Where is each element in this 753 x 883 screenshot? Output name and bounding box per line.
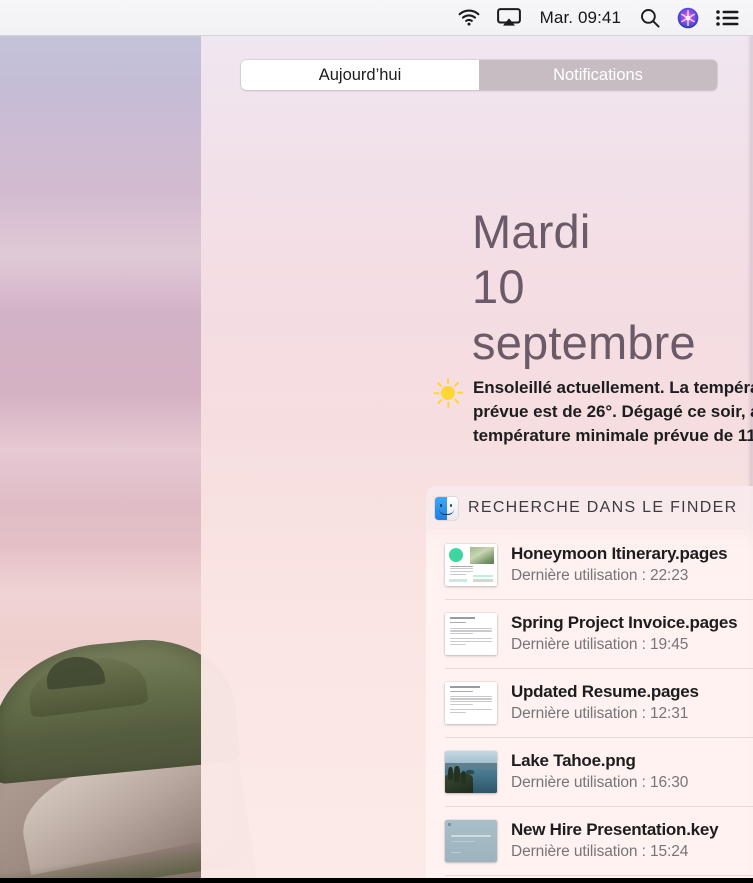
- weather-widget[interactable]: Ensoleillé actuellement. La température …: [433, 376, 753, 448]
- list-item[interactable]: New Hire Presentation.key Dernière utili…: [426, 806, 753, 875]
- file-thumbnail-pages-invoice: [445, 612, 497, 655]
- wifi-icon[interactable]: [458, 9, 480, 26]
- list-item[interactable]: Updated Resume.pages Dernière utilisatio…: [426, 668, 753, 737]
- finder-widget-title: RECHERCHE DANS LE FINDER: [468, 499, 738, 516]
- list-item[interactable]: Spring Project Invoice.pages Dernière ut…: [426, 599, 753, 668]
- date-weekday: Mardi: [472, 205, 591, 258]
- file-thumbnail-pages-honeymoon: [445, 543, 497, 586]
- notification-center-tabs: Aujourd’hui Notifications: [241, 60, 717, 90]
- file-last-used: Dernière utilisation : 19:45: [511, 636, 689, 653]
- date-full: 10 septembre: [472, 260, 696, 369]
- screen-bottom-edge: [0, 878, 753, 883]
- file-last-used: Dernière utilisation : 16:30: [511, 774, 689, 791]
- tab-notifications[interactable]: Notifications: [479, 60, 717, 90]
- siri-icon[interactable]: [677, 7, 699, 29]
- file-name: Updated Resume.pages: [511, 682, 699, 701]
- file-name: Spring Project Invoice.pages: [511, 613, 738, 632]
- airplay-icon[interactable]: [496, 8, 521, 27]
- list-item[interactable]: Lake Tahoe.png Dernière utilisation : 16…: [426, 737, 753, 806]
- file-last-used: Dernière utilisation : 15:24: [511, 843, 689, 860]
- finder-widget-header[interactable]: RECHERCHE DANS LE FINDER: [426, 486, 753, 530]
- finder-search-widget: RECHERCHE DANS LE FINDER Honeymoon Itine…: [426, 486, 753, 883]
- screen: Mar. 09:41 Aujourd’hui Notifications Mar…: [0, 0, 753, 883]
- menu-bar-clock[interactable]: Mar. 09:41: [538, 8, 623, 28]
- weather-summary-text: Ensoleillé actuellement. La température …: [473, 378, 753, 446]
- sun-icon: [433, 378, 464, 408]
- list-item[interactable]: Honeymoon Itinerary.pages Dernière utili…: [426, 530, 753, 599]
- file-last-used: Dernière utilisation : 12:31: [511, 705, 689, 722]
- today-date-block: Mardi 10 septembre: [472, 204, 753, 370]
- file-thumbnail-keynote-slide: [445, 819, 497, 862]
- file-thumbnail-pages-resume: [445, 681, 497, 724]
- file-last-used: Dernière utilisation : 22:23: [511, 567, 689, 584]
- tab-today[interactable]: Aujourd’hui: [241, 60, 479, 90]
- finder-icon: [435, 496, 458, 520]
- notification-center-icon[interactable]: [716, 9, 739, 27]
- spotlight-search-icon[interactable]: [640, 8, 660, 28]
- file-thumbnail-photo-lake: [445, 750, 497, 793]
- notification-center-panel: Aujourd’hui Notifications Mardi 10 septe…: [201, 36, 753, 883]
- file-name: Lake Tahoe.png: [511, 751, 636, 770]
- menu-bar: Mar. 09:41: [0, 0, 753, 36]
- file-name: Honeymoon Itinerary.pages: [511, 544, 728, 563]
- file-name: New Hire Presentation.key: [511, 820, 719, 839]
